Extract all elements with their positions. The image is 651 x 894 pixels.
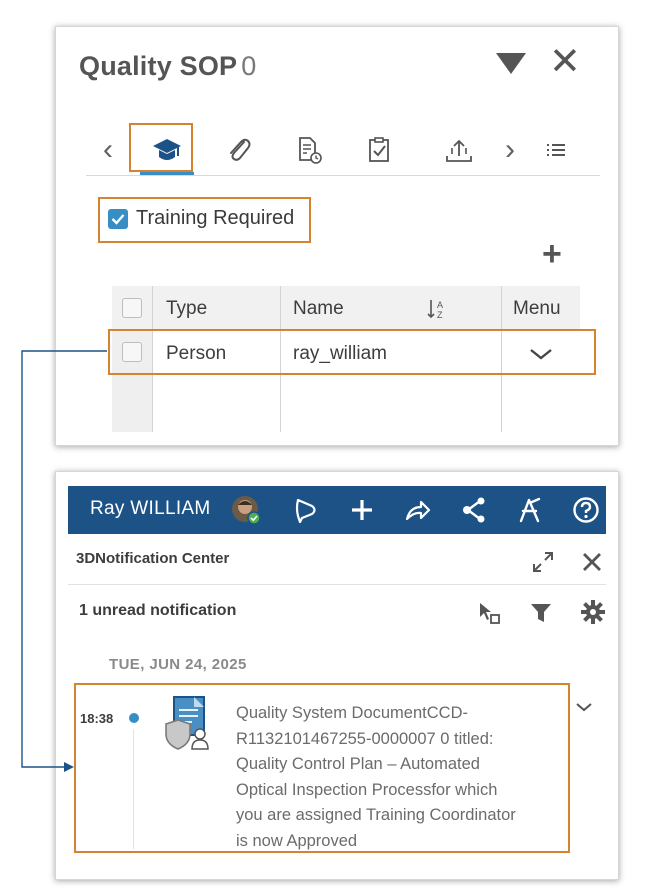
help-icon[interactable]: [570, 494, 602, 526]
tab-approvals[interactable]: [356, 127, 402, 173]
tab-share[interactable]: [436, 127, 482, 173]
plus-icon[interactable]: [346, 494, 378, 526]
top-bar: Ray WILLIAM: [68, 486, 606, 534]
active-tab-indicator: [140, 172, 194, 175]
panel-title: Quality SOP 0: [79, 51, 256, 82]
column-header-menu: Menu: [513, 298, 561, 319]
notification-center-title: 3DNotification Center: [76, 550, 230, 567]
revision-number: 0: [241, 51, 257, 81]
tab-list[interactable]: [538, 127, 574, 173]
svg-text:A: A: [437, 300, 443, 310]
unread-count: 1 unread notification: [79, 602, 237, 619]
column-header-name[interactable]: Name: [293, 298, 344, 320]
share-arrow-icon[interactable]: [402, 494, 434, 526]
clipboard-check-icon: [369, 137, 389, 162]
notification-center-panel: Ray WILLIAM 3DNotification Center 1 unre…: [55, 471, 619, 880]
close-button[interactable]: ✕: [549, 43, 581, 81]
compass-tool-icon[interactable]: [514, 494, 546, 526]
select-all-checkbox[interactable]: [122, 298, 142, 318]
network-share-icon[interactable]: [458, 494, 490, 526]
header-divider: [68, 584, 606, 585]
document-clock-icon: [299, 137, 322, 164]
tab-document-history[interactable]: [286, 127, 332, 173]
tab-next-chevron-icon[interactable]: ›: [498, 127, 522, 173]
collapse-triangle-icon[interactable]: [496, 53, 526, 74]
date-header: TUE, JUN 24, 2025: [109, 656, 247, 673]
tab-prev-chevron-icon[interactable]: ‹: [96, 127, 120, 173]
user-name[interactable]: Ray WILLIAM: [90, 498, 211, 520]
gear-icon[interactable]: [580, 599, 606, 625]
paperclip-icon: [230, 138, 251, 161]
column-header-type[interactable]: Type: [166, 298, 207, 320]
highlight-person-row: [108, 329, 596, 375]
expand-icon[interactable]: [530, 549, 556, 575]
upload-share-icon: [446, 139, 472, 162]
add-button[interactable]: +: [542, 237, 562, 271]
svg-text:Z: Z: [437, 310, 443, 320]
select-cursor-icon[interactable]: [476, 600, 502, 626]
chevron-down-icon[interactable]: [574, 700, 594, 714]
filter-icon[interactable]: [528, 600, 554, 626]
highlight-training-required: [98, 197, 311, 243]
panel-title-text: Quality SOP: [79, 51, 238, 81]
quality-sop-panel: Quality SOP 0 ✕ ‹ › Training Required + …: [55, 26, 619, 446]
highlight-training-tab: [129, 123, 193, 172]
list-icon: [547, 144, 565, 156]
highlight-notification: [74, 683, 570, 853]
sort-az-icon[interactable]: A Z: [426, 298, 448, 320]
avatar[interactable]: [230, 494, 262, 526]
close-icon[interactable]: [580, 550, 604, 574]
chat-bubble-icon[interactable]: [290, 494, 322, 526]
tab-attachments[interactable]: [216, 127, 262, 173]
